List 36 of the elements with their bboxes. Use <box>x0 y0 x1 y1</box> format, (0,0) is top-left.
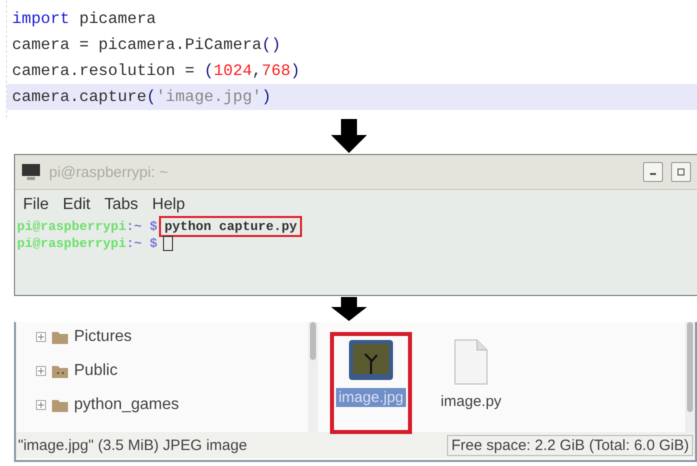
image-file-icon <box>347 338 395 382</box>
maximize-button[interactable] <box>671 162 691 182</box>
terminal-icon <box>21 163 41 181</box>
prompt-user: pi@raspberrypi <box>17 235 126 252</box>
scrollbar[interactable] <box>685 322 695 432</box>
code-line: camera = picamera.PiCamera() <box>11 35 281 56</box>
expand-icon[interactable] <box>36 366 46 376</box>
status-text: "image.jpg" (3.5 MiB) JPEG image <box>18 436 248 454</box>
menu-item[interactable]: Help <box>152 196 186 214</box>
file-name: image.py <box>440 392 502 411</box>
code-line: import picamera <box>11 9 156 30</box>
folder-face-icon <box>51 363 69 379</box>
file-name: image.jpg <box>336 388 406 407</box>
scrollbar[interactable] <box>308 322 318 432</box>
prompt-path: :~ $ <box>126 235 158 252</box>
expand-icon[interactable] <box>36 400 46 410</box>
down-arrow-icon <box>328 119 368 153</box>
folder-icon <box>51 329 69 345</box>
file-entry[interactable]: image.py <box>432 334 510 432</box>
folder-icon <box>51 397 69 413</box>
tree-item[interactable]: Public <box>74 362 118 380</box>
menu-item[interactable]: File <box>23 196 49 214</box>
minimize-button[interactable] <box>643 162 663 182</box>
tree-item[interactable]: Pictures <box>74 328 132 346</box>
prompt-user: pi@raspberrypi <box>17 218 126 235</box>
window-title: pi@raspberrypi: ~ <box>49 164 170 180</box>
tree-item[interactable]: python_games <box>74 396 179 414</box>
command-text: python capture.py <box>161 218 300 235</box>
menu-item[interactable]: Tabs <box>104 196 138 214</box>
down-arrow-icon <box>328 297 368 321</box>
expand-icon[interactable] <box>36 332 46 342</box>
menu-item[interactable]: Edit <box>62 196 90 214</box>
code-line: camera.resolution = (1024,768) <box>11 61 300 82</box>
free-space-text: Free space: 2.2 GiB (Total: 6.0 GiB) <box>447 434 693 456</box>
prompt-path: :~ $ <box>126 218 158 235</box>
maximize-icon <box>677 168 685 176</box>
